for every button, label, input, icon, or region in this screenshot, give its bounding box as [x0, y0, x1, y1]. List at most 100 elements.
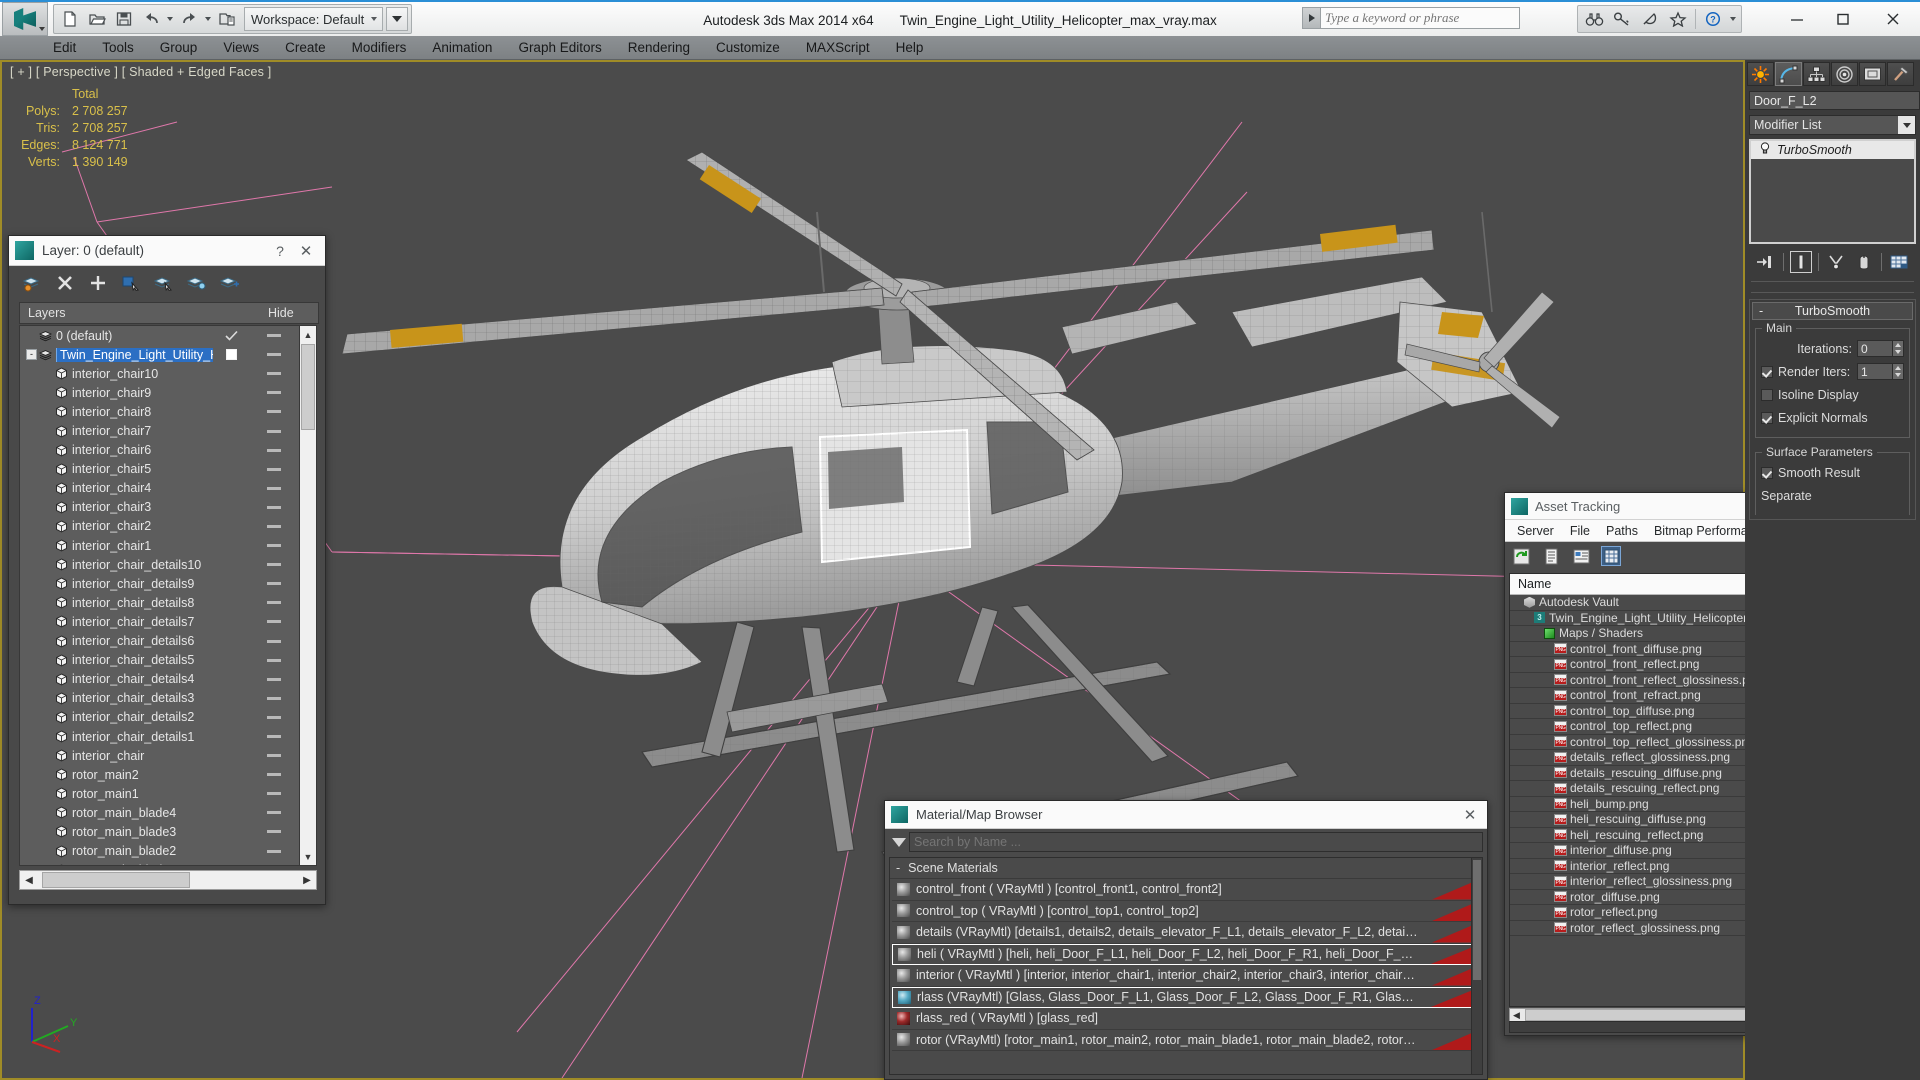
detail-view-icon[interactable] — [1571, 546, 1591, 566]
layer-row[interactable]: interior_chair_details3 — [20, 689, 299, 708]
layer-row[interactable]: rotor_main_blade2 — [20, 842, 299, 861]
satellite-dish-icon[interactable] — [1637, 7, 1663, 31]
modify-tab[interactable] — [1775, 62, 1802, 86]
menu-item-help[interactable]: Help — [883, 36, 937, 60]
layer-row[interactable]: interior_chair_details4 — [20, 670, 299, 689]
select-objects-in-layer-icon[interactable] — [120, 272, 142, 294]
menu-item-group[interactable]: Group — [147, 36, 211, 60]
mmb-material-list[interactable]: - Scene Materials control_front ( VRayMt… — [889, 857, 1483, 1075]
layer-hide-toggle[interactable] — [249, 467, 299, 471]
layer-hide-toggle[interactable] — [249, 639, 299, 643]
layer-row[interactable]: 0 (default) — [20, 326, 299, 345]
layer-hide-toggle[interactable] — [249, 658, 299, 662]
layer-hide-toggle[interactable] — [249, 353, 299, 357]
layer-hide-toggle[interactable] — [249, 334, 299, 338]
isoline-display-checkbox[interactable] — [1761, 388, 1773, 401]
layer-hide-toggle[interactable] — [249, 811, 299, 815]
layer-row[interactable]: interior_chair_details6 — [20, 632, 299, 651]
search-input[interactable] — [1320, 7, 1520, 29]
modifier-list-dropdown[interactable]: Modifier List — [1749, 115, 1916, 135]
layer-dialog-help-button[interactable]: ? — [267, 243, 293, 259]
hierarchy-tab[interactable] — [1803, 62, 1830, 86]
at-menu-file[interactable]: File — [1562, 524, 1598, 538]
explicit-normals-checkbox[interactable] — [1761, 411, 1773, 424]
menu-item-animation[interactable]: Animation — [419, 36, 505, 60]
scroll-up-arrow-icon[interactable]: ▲ — [300, 326, 316, 343]
make-unique-icon[interactable] — [1825, 251, 1847, 273]
scroll-right-arrow-icon[interactable]: ▶ — [298, 875, 316, 886]
material-row[interactable]: control_front ( VRayMtl ) [control_front… — [892, 879, 1480, 901]
layer-row[interactable]: interior_chair_details7 — [20, 612, 299, 631]
layer-row[interactable]: interior_chair — [20, 746, 299, 765]
search-binoculars-icon[interactable] — [1581, 7, 1607, 31]
create-tab[interactable] — [1747, 62, 1774, 86]
workspace-selector[interactable]: Workspace: Default — [244, 7, 384, 31]
layer-row[interactable]: interior_chair_details10 — [20, 555, 299, 574]
material-row[interactable]: rotor (VRayMtl) [rotor_main1, rotor_main… — [892, 1029, 1480, 1051]
app-menu-button[interactable] — [2, 2, 48, 36]
layer-hide-toggle[interactable] — [249, 372, 299, 376]
iterations-spinner[interactable] — [1857, 340, 1904, 357]
layer-row[interactable]: interior_chair7 — [20, 421, 299, 440]
scroll-down-arrow-icon[interactable]: ▼ — [300, 848, 316, 865]
hscroll-track[interactable] — [38, 871, 298, 889]
refresh-icon[interactable] — [1511, 546, 1531, 566]
menu-item-rendering[interactable]: Rendering — [615, 36, 703, 60]
layer-hide-toggle[interactable] — [249, 696, 299, 700]
layer-row[interactable]: interior_chair5 — [20, 460, 299, 479]
menu-item-edit[interactable]: Edit — [40, 36, 89, 60]
scrollbar-thumb[interactable] — [301, 344, 315, 430]
iterations-input[interactable] — [1857, 340, 1893, 357]
layer-row[interactable]: rotor_main2 — [20, 765, 299, 784]
favorites-star-icon[interactable] — [1665, 7, 1691, 31]
chevron-down-icon[interactable] — [1898, 116, 1915, 134]
mmb-titlebar[interactable]: Material/Map Browser ✕ — [885, 801, 1487, 829]
smooth-result-checkbox[interactable] — [1761, 466, 1773, 479]
new-layer-icon[interactable] — [21, 272, 43, 294]
grid-view-icon[interactable] — [1601, 546, 1621, 566]
delete-layer-icon[interactable] — [54, 272, 76, 294]
group-collapse-icon[interactable]: - — [896, 861, 900, 875]
layer-hide-toggle[interactable] — [249, 524, 299, 528]
help-question-icon[interactable]: ? — [1700, 7, 1726, 31]
layer-row[interactable]: interior_chair3 — [20, 498, 299, 517]
modifier-stack-item-turbosmooth[interactable]: TurboSmooth — [1751, 141, 1914, 159]
menu-item-maxscript[interactable]: MAXScript — [793, 36, 883, 60]
layer-hide-toggle[interactable] — [249, 448, 299, 452]
mmb-close-button[interactable]: ✕ — [1459, 806, 1481, 824]
layer-hide-toggle[interactable] — [249, 544, 299, 548]
material-row[interactable]: interior ( VRayMtl ) [interior, interior… — [892, 965, 1480, 987]
layer-row[interactable]: interior_chair_details1 — [20, 727, 299, 746]
material-row[interactable]: heli ( VRayMtl ) [heli, heli_Door_F_L1, … — [892, 943, 1480, 965]
filter-dropdown-icon[interactable] — [889, 832, 909, 852]
layer-hide-toggle[interactable] — [249, 601, 299, 605]
redo-dropdown-arrow-icon[interactable] — [203, 17, 213, 21]
layer-list-horizontal-scrollbar[interactable]: ◀ ▶ — [19, 870, 317, 890]
material-row[interactable]: details (VRayMtl) [details1, details2, d… — [892, 922, 1480, 944]
layer-hide-toggle[interactable] — [249, 505, 299, 509]
layer-hide-toggle[interactable] — [249, 715, 299, 719]
layer-row[interactable]: rotor_main_blade4 — [20, 803, 299, 822]
expand-collapse-icon[interactable]: - — [26, 349, 37, 361]
mmb-group-scene-materials[interactable]: - Scene Materials — [890, 858, 1482, 879]
layer-properties-icon[interactable] — [219, 272, 241, 294]
layer-row[interactable]: interior_chair8 — [20, 402, 299, 421]
layer-hide-toggle[interactable] — [249, 486, 299, 490]
layer-hide-toggle[interactable] — [249, 391, 299, 395]
key-icon[interactable] — [1609, 7, 1635, 31]
layer-row[interactable]: interior_chair6 — [20, 441, 299, 460]
layer-row[interactable]: interior_chair1 — [20, 536, 299, 555]
maximize-button[interactable] — [1820, 2, 1866, 36]
select-highlighted-layer-icon[interactable] — [153, 272, 175, 294]
layer-hide-toggle[interactable] — [249, 773, 299, 777]
menu-item-modifiers[interactable]: Modifiers — [339, 36, 420, 60]
modifier-stack[interactable]: TurboSmooth — [1749, 139, 1916, 244]
field-explicit-normals[interactable]: Explicit Normals — [1761, 408, 1904, 427]
show-end-result-icon[interactable] — [1790, 251, 1812, 273]
render-iters-input[interactable] — [1857, 363, 1893, 380]
highlight-selected-objects-icon[interactable] — [186, 272, 208, 294]
menu-item-customize[interactable]: Customize — [703, 36, 793, 60]
utilities-tab[interactable] — [1887, 62, 1914, 86]
at-menu-server[interactable]: Server — [1509, 524, 1562, 538]
material-row[interactable]: rlass_red ( VRayMtl ) [glass_red] — [892, 1008, 1480, 1030]
